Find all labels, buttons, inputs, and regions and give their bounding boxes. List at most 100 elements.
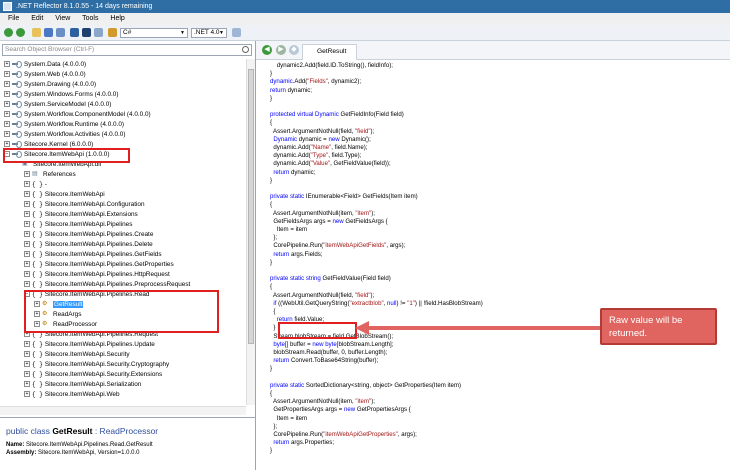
disassembler-icon[interactable]: [82, 28, 91, 37]
code-line: }: [270, 70, 273, 78]
tree-item[interactable]: +{ } Sitecore.ItemWebApi.Pipelines.GetFie…: [24, 250, 162, 260]
expand-icon[interactable]: +: [24, 271, 30, 278]
tree-item[interactable]: + System.Web (4.0.0.0): [4, 70, 86, 80]
refresh-icon[interactable]: [56, 28, 65, 37]
expand-icon[interactable]: +: [24, 201, 30, 208]
expand-icon[interactable]: +: [24, 221, 30, 228]
menu-help[interactable]: Help: [110, 15, 124, 22]
expand-icon[interactable]: +: [4, 121, 10, 128]
tree-item[interactable]: + System.Windows.Forms (4.0.0.0): [4, 90, 118, 100]
tree-item[interactable]: + System.Workflow.Runtime (4.0.0.0): [4, 120, 124, 130]
expand-icon[interactable]: +: [24, 341, 30, 348]
code-line: private static string GetFieldValue(Fiel…: [270, 275, 391, 283]
tree-item[interactable]: +{ } Sitecore.ItemWebApi.Serialization: [24, 380, 141, 390]
nav-forward-icon[interactable]: ▶: [276, 45, 286, 55]
code-toolbar: ◀ ▶ ◆ GetResult: [256, 41, 730, 60]
tree-item[interactable]: +{ } -: [24, 180, 47, 190]
analyzer-icon[interactable]: [94, 28, 103, 37]
tree-item[interactable]: +{ } Sitecore.ItemWebApi.Pipelines.Update: [24, 340, 155, 350]
tree-item[interactable]: +{ } Sitecore.ItemWebApi.Pipelines.GetPro…: [24, 260, 174, 270]
tree-item-label: Sitecore.ItemWebApi.Security.Extensions: [44, 371, 163, 378]
expand-icon[interactable]: +: [4, 131, 10, 138]
expand-icon[interactable]: +: [4, 141, 10, 148]
tree-item[interactable]: +{ } Sitecore.ItemWebApi.Pipelines.Prepro…: [24, 280, 190, 290]
tree-item[interactable]: +{ } Sitecore.ItemWebApi.Pipelines: [24, 220, 132, 230]
expand-icon[interactable]: +: [4, 101, 10, 108]
expand-icon[interactable]: +: [4, 71, 10, 78]
expand-icon[interactable]: +: [4, 61, 10, 68]
expand-icon[interactable]: +: [24, 351, 30, 358]
options-icon[interactable]: [232, 28, 241, 37]
tree-item-label: Sitecore.Kernel (6.0.0.0): [24, 141, 94, 148]
expand-icon[interactable]: +: [24, 211, 30, 218]
code-line: private static IEnumerable<Field> GetFie…: [270, 193, 418, 201]
back-icon[interactable]: [4, 28, 13, 37]
code-line: }: [270, 258, 273, 266]
tree-item[interactable]: +{ } Sitecore.ItemWebApi: [24, 190, 105, 200]
code-line: Assert.ArgumentNotNull(item, "item");: [270, 398, 375, 406]
expand-icon[interactable]: +: [4, 91, 10, 98]
expand-icon[interactable]: +: [24, 231, 30, 238]
tree-item[interactable]: +{ } Sitecore.ItemWebApi.Pipelines.Create: [24, 230, 153, 240]
code-line: dynamic2.Add(field.ID.ToString(), fieldI…: [270, 62, 393, 69]
expand-icon[interactable]: +: [24, 371, 30, 378]
menu-view[interactable]: View: [55, 15, 70, 22]
tree-item[interactable]: + ▤ References: [24, 170, 76, 180]
expand-icon[interactable]: +: [24, 261, 30, 268]
code-line: byte[] buffer = new byte[blobStream.Leng…: [270, 340, 394, 348]
expand-icon[interactable]: +: [4, 111, 10, 118]
code-line: return dynamic;: [270, 86, 312, 94]
expand-icon[interactable]: +: [24, 381, 30, 388]
tree-item[interactable]: +{ } Sitecore.ItemWebApi.Extensions: [24, 210, 138, 220]
expand-icon[interactable]: +: [24, 191, 30, 198]
tree-item[interactable]: + System.ServiceModel (4.0.0.0): [4, 100, 111, 110]
nav-home-icon[interactable]: ◆: [289, 45, 299, 55]
horizontal-scrollbar[interactable]: [0, 406, 246, 415]
toolbar: C# ▼ .NET 4.0 ▼: [0, 25, 730, 41]
code-line: return Convert.ToBase64String(buffer);: [270, 357, 379, 365]
tree-item[interactable]: +{ } Sitecore.ItemWebApi.Pipelines.HttpRe…: [24, 270, 170, 280]
code-line: blobStream.Read(buffer, 0, buffer.Length…: [270, 349, 388, 356]
framework-select[interactable]: .NET 4.0 ▼: [191, 28, 227, 38]
expand-icon[interactable]: +: [4, 81, 10, 88]
nav-back-icon[interactable]: ◀: [262, 45, 272, 55]
signature-name: GetResult: [52, 426, 93, 436]
search-input[interactable]: Search Object Browser (Ctrl-F): [2, 44, 252, 56]
menu-tools[interactable]: Tools: [82, 15, 98, 22]
tree-item[interactable]: + System.Workflow.ComponentModel (4.0.0.0…: [4, 110, 151, 120]
expand-icon[interactable]: +: [24, 181, 30, 188]
star-icon[interactable]: [108, 28, 117, 37]
tree-item[interactable]: +{ } Sitecore.ItemWebApi.Pipelines.Delete: [24, 240, 153, 250]
code-line: private static SortedDictionary<string, …: [270, 381, 462, 389]
expand-icon[interactable]: +: [24, 251, 30, 258]
tree-item[interactable]: +{ } Sitecore.ItemWebApi.Security.Extensi…: [24, 370, 162, 380]
expand-icon[interactable]: +: [24, 281, 30, 288]
browser-icon[interactable]: [70, 28, 79, 37]
tree-item-label: Sitecore.ItemWebApi.Serialization: [44, 381, 142, 388]
tree-item[interactable]: + System.Workflow.Activities (4.0.0.0): [4, 130, 125, 140]
code-line: {: [270, 283, 273, 291]
scrollbar-thumb[interactable]: [248, 69, 254, 344]
forward-icon[interactable]: [16, 28, 25, 37]
vertical-scrollbar[interactable]: [246, 59, 255, 405]
open-icon[interactable]: [32, 28, 41, 37]
tree-item[interactable]: +{ } Sitecore.ItemWebApi.Web: [24, 390, 120, 400]
expand-icon[interactable]: +: [24, 241, 30, 248]
menu-edit[interactable]: Edit: [31, 15, 43, 22]
menu-file[interactable]: File: [8, 15, 19, 22]
info-assembly-row: Assembly: Sitecore.ItemWebApi, Version=1…: [6, 450, 249, 456]
tree-item[interactable]: +{ } Sitecore.ItemWebApi.Security.Cryptog…: [24, 360, 169, 370]
name-value: Sitecore.ItemWebApi.Pipelines.Read.GetRe…: [26, 442, 153, 448]
save-icon[interactable]: [44, 28, 53, 37]
tab-getresult[interactable]: GetResult: [302, 44, 357, 60]
tree-item[interactable]: +{ } Sitecore.ItemWebApi.Security: [24, 350, 130, 360]
search-icon[interactable]: [242, 46, 249, 53]
language-select[interactable]: C# ▼: [120, 28, 188, 38]
code-line: return dynamic;: [270, 168, 316, 176]
expand-icon[interactable]: +: [24, 171, 30, 178]
tree-item[interactable]: + System.Data (4.0.0.0): [4, 60, 86, 70]
expand-icon[interactable]: +: [24, 391, 30, 398]
tree-item[interactable]: + System.Drawing (4.0.0.0): [4, 80, 96, 90]
expand-icon[interactable]: +: [24, 361, 30, 368]
tree-item[interactable]: +{ } Sitecore.ItemWebApi.Configuration: [24, 200, 145, 210]
